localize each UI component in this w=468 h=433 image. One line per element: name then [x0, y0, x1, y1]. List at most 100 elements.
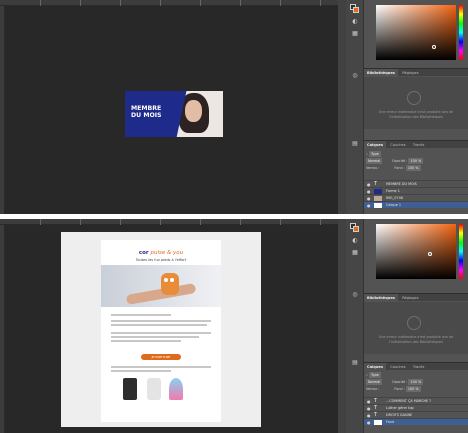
artboard-title-line-1: MEMBRE [131, 105, 162, 112]
library-error-message: Une erreur inattendue s'est produite lor… [378, 110, 454, 119]
tab-channels[interactable]: Couches [387, 141, 408, 149]
layer-row[interactable]: ● T ...COMMENT ÇA MARCHE ? [364, 397, 468, 404]
layer-row[interactable]: ● IMG_0748 [364, 194, 468, 201]
hero-image [101, 265, 221, 307]
email-tagline: Toutes les fun pieds à l'effort [135, 258, 187, 262]
lock-row: Verrou : Fond : 100 % [366, 386, 421, 392]
fill-input[interactable]: 100 % [405, 165, 421, 171]
library-error-message: Une erreur inattendue s'est produite lor… [378, 335, 454, 344]
tab-paths[interactable]: Tracés [410, 363, 427, 371]
library-panel-icon[interactable]: ◎ [351, 291, 359, 299]
layer-row-selected[interactable]: ● Calque 1 [364, 201, 468, 208]
layer-row[interactable]: ● T MEMBRE DU MOIS [364, 180, 468, 187]
blend-row: Normal Opacité : 100 % [366, 379, 424, 385]
mascot-eyes [164, 278, 176, 282]
cloud-library-icon [407, 91, 421, 105]
color-picker-ring[interactable] [432, 45, 436, 49]
layer-row-selected[interactable]: ● Fond [364, 418, 468, 425]
tab-libraries[interactable]: Bibliothèques [364, 69, 398, 77]
participate-button-label: JE PARTICIPE [151, 355, 171, 359]
email-document[interactable]: cor pulse & you Toutes les fun pieds à l… [61, 232, 261, 427]
logo-script-text: pulse & you [150, 250, 184, 256]
cloud-library-icon [407, 316, 421, 330]
color-panel-icon[interactable]: ◐ [351, 18, 359, 26]
artboard-title: MEMBRE DU MOIS [131, 105, 162, 119]
blend-row: Normal Opacité : 100 % [366, 158, 424, 164]
layer-name: Calque 1 [386, 203, 402, 207]
product-brush [169, 378, 183, 400]
background-color-swatch[interactable] [353, 226, 359, 232]
text-line [111, 320, 211, 322]
layer-thumbnail [374, 420, 382, 425]
layers-tabs: Calques Couches Tracés [364, 362, 468, 371]
portrait-face [185, 100, 202, 122]
text-line [111, 370, 171, 372]
fill-label: Fond : [394, 166, 405, 170]
background-color-swatch[interactable] [353, 7, 359, 13]
email-page: cor pulse & you Toutes les fun pieds à l… [101, 240, 221, 422]
hue-slider[interactable] [459, 5, 463, 60]
tab-adjustments[interactable]: Réglages [399, 294, 421, 302]
library-panel: Une erreur inattendue s'est produite lor… [364, 302, 468, 354]
layer-thumbnail [374, 203, 382, 208]
participate-button[interactable]: JE PARTICIPE [141, 354, 181, 360]
layer-kind-filter[interactable]: Type [368, 372, 381, 378]
library-panel-icon[interactable]: ◎ [351, 72, 359, 80]
text-line [111, 366, 211, 368]
hero-plug-mascot [161, 273, 179, 295]
tab-paths[interactable]: Tracés [410, 141, 427, 149]
blend-mode-select[interactable]: Normal [366, 379, 383, 385]
color-picker-field[interactable] [376, 224, 456, 279]
lock-label: Verrou : [366, 387, 380, 391]
artboard-title-line-2: DU MOIS [131, 112, 162, 119]
visibility-eye-icon[interactable]: ● [367, 202, 372, 209]
visibility-eye-icon[interactable]: ● [367, 419, 372, 426]
text-line [111, 336, 199, 338]
tab-libraries[interactable]: Bibliothèques [364, 294, 398, 302]
color-picker-field[interactable] [376, 5, 456, 60]
layer-kind-filter[interactable]: Type [368, 151, 381, 157]
library-tabs: Bibliothèques Réglages [364, 68, 468, 77]
text-line [111, 324, 207, 326]
layer-filter-row: ⌕ Type [366, 372, 381, 378]
fill-input[interactable]: 100 % [405, 386, 421, 392]
blend-mode-select[interactable]: Normal [366, 158, 383, 164]
panel-icon-strip: ◐ ▦ ◎ ▤ [346, 219, 364, 433]
layer-row[interactable]: ● Forme 1 [364, 187, 468, 194]
lock-row: Verrou : Fond : 100 % [366, 165, 421, 171]
opacity-input[interactable]: 100 % [408, 379, 424, 385]
photoshop-window-top: MEMBRE DU MOIS ◐ ▦ ◎ ▤ Bibliothèques Rég… [0, 0, 468, 214]
product-plug [147, 378, 161, 400]
tab-layers[interactable]: Calques [364, 141, 387, 149]
right-panels: Bibliothèques Réglages Une erreur inatte… [364, 219, 468, 433]
swatches-panel-icon[interactable]: ▦ [351, 249, 359, 257]
text-line [111, 314, 171, 316]
layers-tabs: Calques Couches Tracés [364, 140, 468, 149]
tab-channels[interactable]: Couches [387, 363, 408, 371]
layer-row[interactable]: ● T DROITS GAGNE [364, 411, 468, 418]
layer-filter-row: ⌕ Type [366, 151, 381, 157]
color-picker-ring[interactable] [428, 252, 432, 256]
tab-layers[interactable]: Calques [364, 363, 387, 371]
logo-main-text: cor [138, 250, 149, 256]
text-line [111, 332, 211, 334]
layers-panel-icon[interactable]: ▤ [351, 359, 359, 367]
layer-name: Fond [386, 420, 395, 424]
opacity-input[interactable]: 100 % [408, 158, 424, 164]
tab-adjustments[interactable]: Réglages [399, 69, 421, 77]
layer-row[interactable]: ● T Luther gérer top [364, 404, 468, 411]
library-tabs: Bibliothèques Réglages [364, 293, 468, 302]
panel-separator [338, 219, 346, 433]
hue-slider[interactable] [459, 224, 463, 279]
brand-logo: cor pulse & you [101, 250, 221, 256]
color-panel-icon[interactable]: ◐ [351, 237, 359, 245]
layers-panel-icon[interactable]: ▤ [351, 140, 359, 148]
artboard-membre-du-mois[interactable]: MEMBRE DU MOIS [125, 91, 223, 137]
photoshop-window-bottom: cor pulse & you Toutes les fun pieds à l… [0, 219, 468, 433]
panel-icon-strip: ◐ ▦ ◎ ▤ [346, 0, 364, 214]
swatches-panel-icon[interactable]: ▦ [351, 30, 359, 38]
fill-label: Fond : [394, 387, 405, 391]
text-line [111, 340, 181, 342]
lock-label: Verrou : [366, 166, 380, 170]
library-panel: Une erreur inattendue s'est produite lor… [364, 77, 468, 129]
